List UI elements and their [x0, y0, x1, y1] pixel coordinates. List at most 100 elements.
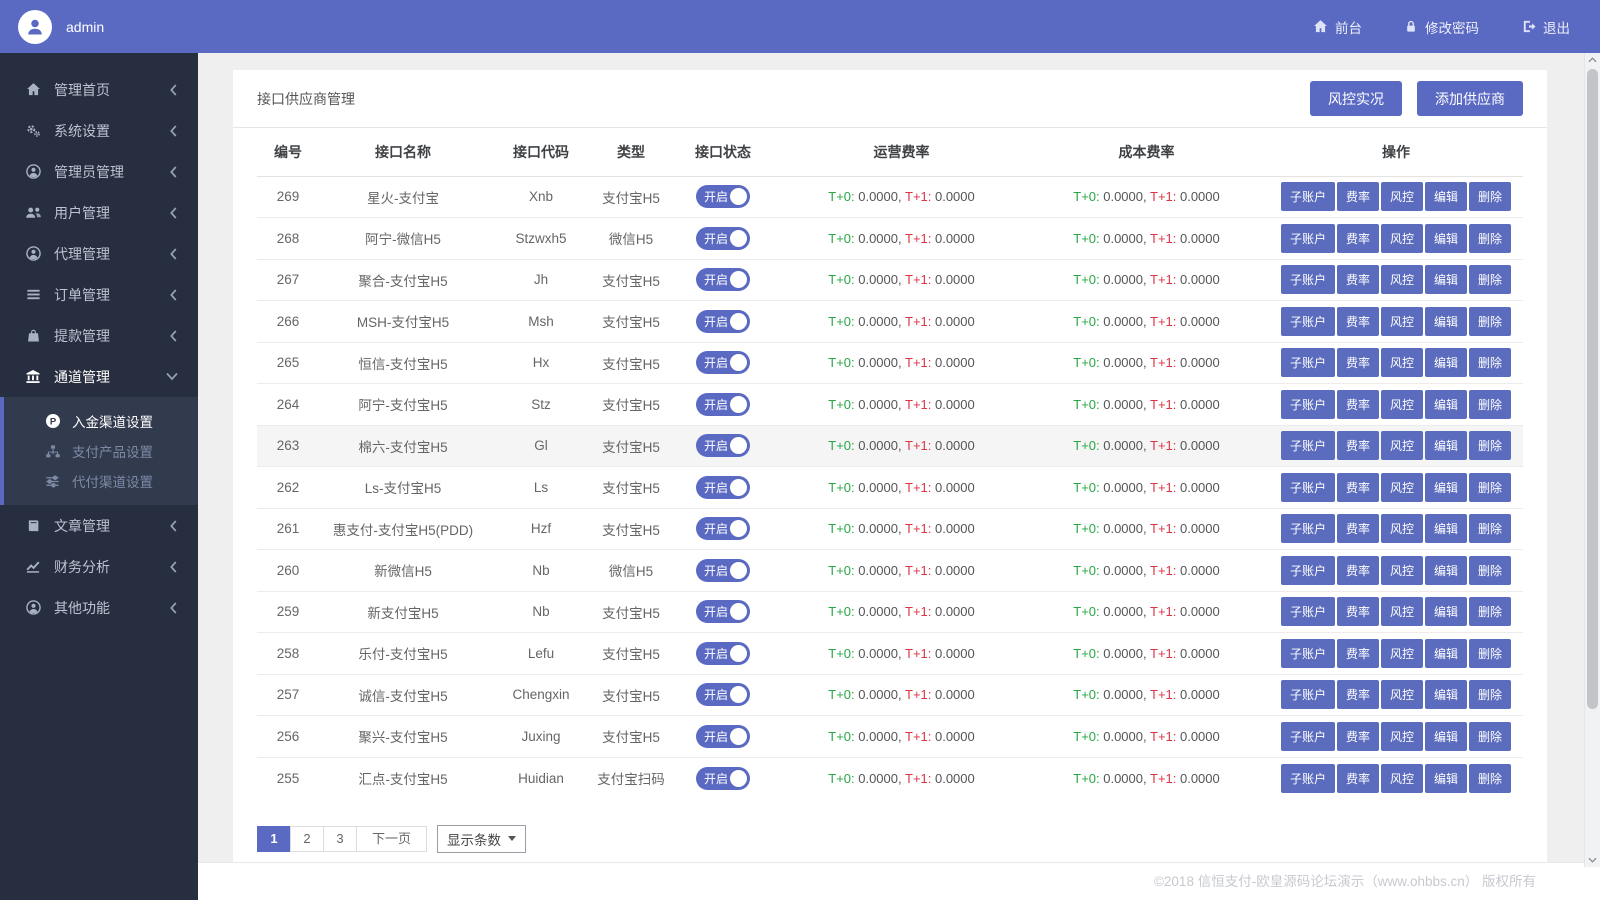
rate-button[interactable]: 费率 [1337, 307, 1379, 336]
delete-button[interactable]: 删除 [1469, 431, 1511, 460]
risk-button[interactable]: 风控 [1381, 431, 1423, 460]
rate-button[interactable]: 费率 [1337, 597, 1379, 626]
status-toggle[interactable]: 开启 [696, 600, 750, 623]
sidebar-item-2[interactable]: 系统设置 [0, 110, 198, 151]
subaccount-button[interactable]: 子账户 [1281, 390, 1335, 419]
topbar-link-home[interactable]: 前台 [1313, 17, 1362, 37]
subaccount-button[interactable]: 子账户 [1281, 224, 1335, 253]
status-toggle[interactable]: 开启 [696, 725, 750, 748]
next-page-button[interactable]: 下一页 [356, 826, 427, 852]
sidebar-item-10[interactable]: 财务分析 [0, 546, 198, 587]
delete-button[interactable]: 删除 [1469, 265, 1511, 294]
risk-button[interactable]: 风控 [1381, 265, 1423, 294]
subaccount-button[interactable]: 子账户 [1281, 556, 1335, 585]
status-toggle[interactable]: 开启 [696, 393, 750, 416]
rate-button[interactable]: 费率 [1337, 514, 1379, 543]
edit-button[interactable]: 编辑 [1425, 265, 1467, 294]
delete-button[interactable]: 删除 [1469, 224, 1511, 253]
sidebar-item-11[interactable]: 其他功能 [0, 587, 198, 628]
risk-button[interactable]: 风控 [1381, 390, 1423, 419]
sidebar-item-6[interactable]: 订单管理 [0, 274, 198, 315]
page-size-select[interactable]: 显示条数 [437, 825, 526, 853]
scrollbar-thumb[interactable] [1587, 69, 1598, 709]
rate-button[interactable]: 费率 [1337, 348, 1379, 377]
status-toggle[interactable]: 开启 [696, 683, 750, 706]
subaccount-button[interactable]: 子账户 [1281, 597, 1335, 626]
risk-button[interactable]: 风控 [1381, 514, 1423, 543]
delete-button[interactable]: 删除 [1469, 722, 1511, 751]
edit-button[interactable]: 编辑 [1425, 639, 1467, 668]
submenu-item-2[interactable]: 支付产品设置 [4, 436, 198, 466]
sidebar-item-9[interactable]: 文章管理 [0, 505, 198, 546]
sidebar-item-5[interactable]: 代理管理 [0, 233, 198, 274]
status-toggle[interactable]: 开启 [696, 517, 750, 540]
risk-button[interactable]: 风控 [1381, 764, 1423, 793]
risk-control-button[interactable]: 风控实况 [1310, 81, 1402, 116]
rate-button[interactable]: 费率 [1337, 265, 1379, 294]
status-toggle[interactable]: 开启 [696, 767, 750, 790]
edit-button[interactable]: 编辑 [1425, 307, 1467, 336]
edit-button[interactable]: 编辑 [1425, 473, 1467, 502]
rate-button[interactable]: 费率 [1337, 473, 1379, 502]
subaccount-button[interactable]: 子账户 [1281, 764, 1335, 793]
risk-button[interactable]: 风控 [1381, 182, 1423, 211]
status-toggle[interactable]: 开启 [696, 351, 750, 374]
sidebar-item-8[interactable]: 通道管理 [0, 356, 198, 397]
risk-button[interactable]: 风控 [1381, 224, 1423, 253]
risk-button[interactable]: 风控 [1381, 680, 1423, 709]
status-toggle[interactable]: 开启 [696, 268, 750, 291]
add-provider-button[interactable]: 添加供应商 [1417, 81, 1523, 116]
edit-button[interactable]: 编辑 [1425, 597, 1467, 626]
rate-button[interactable]: 费率 [1337, 224, 1379, 253]
scrollbar-down-arrow[interactable] [1585, 853, 1600, 867]
edit-button[interactable]: 编辑 [1425, 431, 1467, 460]
page-button-3[interactable]: 3 [323, 826, 357, 852]
delete-button[interactable]: 删除 [1469, 764, 1511, 793]
subaccount-button[interactable]: 子账户 [1281, 182, 1335, 211]
edit-button[interactable]: 编辑 [1425, 224, 1467, 253]
edit-button[interactable]: 编辑 [1425, 348, 1467, 377]
edit-button[interactable]: 编辑 [1425, 390, 1467, 419]
edit-button[interactable]: 编辑 [1425, 722, 1467, 751]
sidebar-item-1[interactable]: 管理首页 [0, 69, 198, 110]
rate-button[interactable]: 费率 [1337, 639, 1379, 668]
rate-button[interactable]: 费率 [1337, 182, 1379, 211]
rate-button[interactable]: 费率 [1337, 680, 1379, 709]
delete-button[interactable]: 删除 [1469, 639, 1511, 668]
submenu-item-3[interactable]: 代付渠道设置 [4, 466, 198, 496]
risk-button[interactable]: 风控 [1381, 348, 1423, 377]
edit-button[interactable]: 编辑 [1425, 680, 1467, 709]
status-toggle[interactable]: 开启 [696, 185, 750, 208]
subaccount-button[interactable]: 子账户 [1281, 265, 1335, 294]
page-button-1[interactable]: 1 [257, 826, 291, 852]
delete-button[interactable]: 删除 [1469, 348, 1511, 377]
scrollbar[interactable] [1584, 53, 1600, 867]
rate-button[interactable]: 费率 [1337, 722, 1379, 751]
risk-button[interactable]: 风控 [1381, 473, 1423, 502]
edit-button[interactable]: 编辑 [1425, 514, 1467, 543]
risk-button[interactable]: 风控 [1381, 307, 1423, 336]
risk-button[interactable]: 风控 [1381, 597, 1423, 626]
status-toggle[interactable]: 开启 [696, 559, 750, 582]
topbar-user[interactable]: admin [18, 10, 104, 44]
subaccount-button[interactable]: 子账户 [1281, 348, 1335, 377]
delete-button[interactable]: 删除 [1469, 473, 1511, 502]
delete-button[interactable]: 删除 [1469, 556, 1511, 585]
status-toggle[interactable]: 开启 [696, 227, 750, 250]
sidebar-item-3[interactable]: 管理员管理 [0, 151, 198, 192]
subaccount-button[interactable]: 子账户 [1281, 473, 1335, 502]
subaccount-button[interactable]: 子账户 [1281, 639, 1335, 668]
page-button-2[interactable]: 2 [290, 826, 324, 852]
risk-button[interactable]: 风控 [1381, 556, 1423, 585]
rate-button[interactable]: 费率 [1337, 390, 1379, 419]
rate-button[interactable]: 费率 [1337, 431, 1379, 460]
delete-button[interactable]: 删除 [1469, 514, 1511, 543]
topbar-link-lock[interactable]: 修改密码 [1404, 17, 1479, 37]
edit-button[interactable]: 编辑 [1425, 764, 1467, 793]
status-toggle[interactable]: 开启 [696, 642, 750, 665]
delete-button[interactable]: 删除 [1469, 597, 1511, 626]
delete-button[interactable]: 删除 [1469, 182, 1511, 211]
subaccount-button[interactable]: 子账户 [1281, 431, 1335, 460]
risk-button[interactable]: 风控 [1381, 722, 1423, 751]
rate-button[interactable]: 费率 [1337, 764, 1379, 793]
